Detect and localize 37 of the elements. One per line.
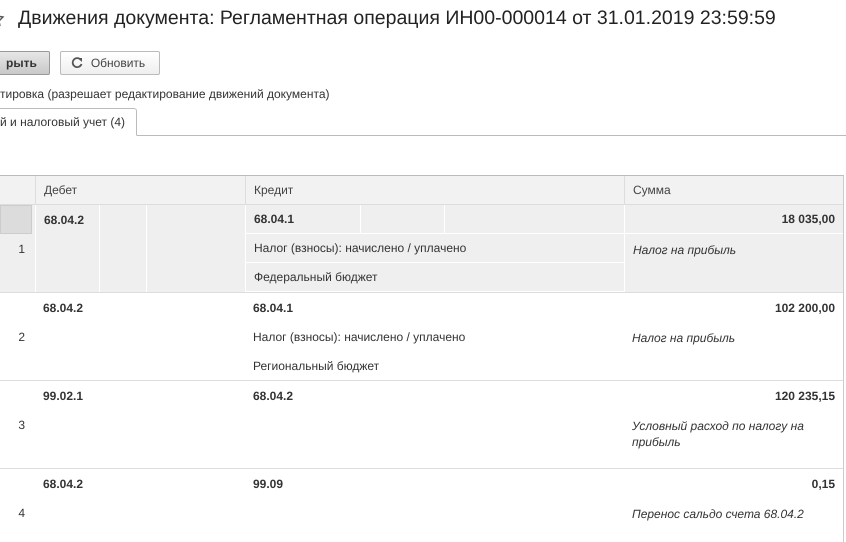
table-cell: Региональный бюджет [253,358,380,372]
table-row[interactable]: 1 68.04.2 68.04.1 Налог (взносы): начислено / уплачено Федеральный бюджет 18 035,00 Налог на прибыль [0,205,843,293]
table-row[interactable]: 4 68.04.2 99.09 0,15 Перенос сальдо счета 68.04.2 [0,469,843,542]
table-row[interactable]: 3 99.02.1 68.04.2 120 235,15 Условный расход по налогу на прибыль [0,381,843,469]
table-cell: 68.04.1 [253,300,294,314]
table-cell: Налог на прибыль [633,242,736,258]
table-cell: Перенос сальдо счета 68.04.2 [632,506,804,522]
table-cell: Налог (взносы): начислено / уплачено [253,330,466,344]
column-header[interactable]: Дебет [35,176,245,204]
table-cell: 18 035,00 [782,212,835,226]
table-cell: 68.04.2 [43,301,84,315]
table-cell: 120 235,15 [774,388,835,402]
table-cell: 0,15 [812,476,835,490]
edit-mode-label: тировка (разрешает редактирование движений документа) [0,87,331,103]
column-header[interactable]: Сумма [624,176,843,204]
refresh-icon [70,57,83,69]
row-number: 3 [18,418,25,432]
refresh-button[interactable]: Обновить [60,51,160,75]
close-button[interactable]: рыть [0,51,50,75]
row-number: 1 [18,242,25,256]
table-cell: 99.02.1 [43,389,84,403]
table-cell-text: Условный расход по налогу на прибыль [632,418,805,450]
window-title: Движения документа: Регламентная операция ИН00-000014 от 31.01.2019 23:59:59 [18,6,776,30]
table-cell: 99.09 [253,476,284,490]
table-cell: Налог на прибыль [632,330,736,346]
tab[interactable]: й и налоговый учет (4) [0,108,138,136]
table-cell: 68.04.2 [44,213,84,227]
row-number: 4 [18,506,25,520]
table-cell: 68.04.2 [43,477,84,491]
column-header[interactable]: Кредит [245,176,624,204]
table-cell: 102 200,00 [774,300,835,314]
table-cell: Налог (взносы): начислено / уплачено [254,241,466,255]
table-row[interactable]: 2 68.04.2 68.04.1 Налог (взносы): начислено / уплачено Региональный бюджет 102 200,00 Налог на прибыль [0,293,843,381]
table-cell: 68.04.1 [254,212,294,226]
table-cell: 68.04.2 [253,388,294,402]
table-cell: Федеральный бюджет [254,270,378,284]
row-number: 2 [18,330,25,344]
